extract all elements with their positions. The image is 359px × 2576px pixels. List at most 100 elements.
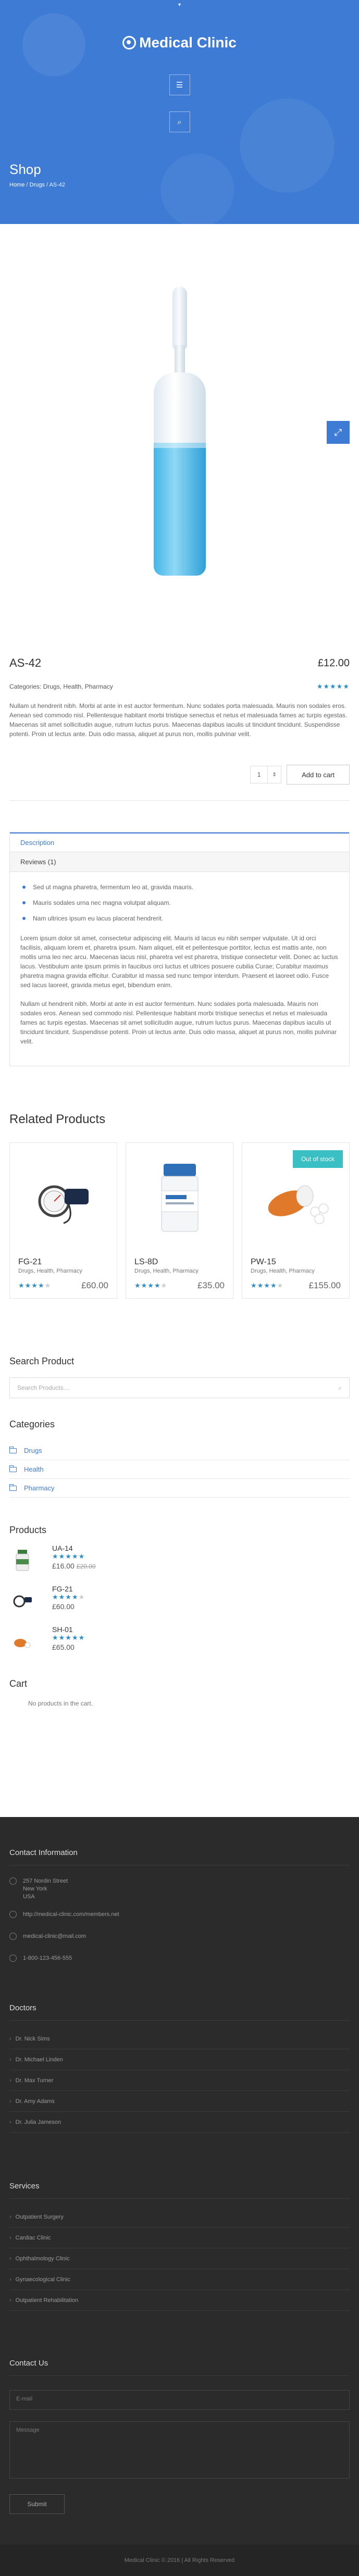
product-categories: Categories: Drugs, Health, Pharmacy (9, 683, 113, 690)
product-thumbnail[interactable]: Out of stock (242, 1143, 349, 1252)
zoom-button[interactable]: ⤢ (327, 421, 350, 444)
hamburger-icon: ☰ (176, 81, 183, 90)
cart-empty-message: No products in the cart. (28, 1700, 93, 1707)
ampoule-image (148, 287, 211, 578)
product-link[interactable]: FG-21 (52, 1585, 85, 1593)
breadcrumb: Home / Drugs / AS-42 (9, 182, 66, 188)
search-icon: ⌕ (177, 117, 182, 127)
zoom-icon: ⤢ (334, 427, 342, 438)
product-price: £12.00 (317, 657, 350, 669)
message-field[interactable]: Message (9, 2421, 350, 2479)
list-item[interactable]: Dr. Amy Adams (9, 2091, 350, 2112)
pill-bottle-icon (161, 1164, 198, 1232)
site-logo[interactable]: Medical Clinic (0, 34, 359, 51)
tab-description[interactable]: Description (10, 832, 349, 852)
product-short-description: Nullam ut hendrerit nibh. Morbi at ante … (9, 702, 348, 738)
product-card-price: £60.00 (81, 1280, 108, 1290)
list-item[interactable]: Ophthalmology Clinic (9, 2248, 350, 2269)
top-caret-icon[interactable]: ▾ (178, 2, 181, 8)
list-item[interactable]: UA-14 ★★★★★ £16.00 £20.00 (9, 1544, 350, 1576)
product-rating: ★★★★★ (52, 1634, 85, 1641)
feature-list: Sed ut magna pharetra, fermentum leo at,… (20, 882, 339, 923)
product-thumbnail[interactable] (9, 1585, 35, 1617)
footer-services-list: Outpatient Surgery Cardiac Clinic Ophtha… (9, 2207, 350, 2311)
footer-doctors-title: Doctors (9, 2003, 36, 2012)
quantity-arrows-icon[interactable]: ⇕ (268, 766, 282, 783)
categories-widget-title: Categories (9, 1419, 55, 1429)
list-item[interactable]: Dr. Julia Jameson (9, 2112, 350, 2133)
list-item[interactable]: FG-21 ★★★★★ £60.00 (9, 1585, 350, 1617)
logo-text: Medical Clinic (139, 34, 237, 51)
product-thumbnail[interactable] (9, 1625, 35, 1658)
page-banner: Shop Home / Drugs / AS-42 (0, 151, 359, 198)
list-item[interactable]: Outpatient Surgery (9, 2207, 350, 2227)
product-image[interactable]: ⤢ (0, 224, 359, 641)
tab-reviews[interactable]: Reviews (1) (10, 852, 349, 872)
list-item[interactable]: Dr. Max Turner (9, 2070, 350, 2091)
footer-phone: 1-800-123-456-555 (9, 1955, 72, 1962)
product-link[interactable]: SH-01 (52, 1625, 85, 1634)
product-card-categories[interactable]: Drugs, Health, Pharmacy (134, 1268, 225, 1274)
product-price: £60.00 (52, 1602, 75, 1611)
category-item-health[interactable]: Health (9, 1460, 350, 1479)
list-item: Sed ut magna pharetra, fermentum leo at,… (20, 882, 339, 892)
folder-icon (9, 1484, 17, 1491)
description-paragraph: Nullam ut hendrerit nibh. Morbi at ante … (20, 1000, 337, 1045)
list-item[interactable]: Dr. Nick Sims (9, 2029, 350, 2049)
product-rating: ★★★★★ (316, 682, 350, 690)
product-rating: ★★★★★ (52, 1593, 85, 1601)
list-item[interactable]: Outpatient Rehabilitation (9, 2290, 350, 2311)
site-header: ▾ Medical Clinic ☰ ⌕ Shop Home / Drugs /… (0, 0, 359, 224)
product-card-name[interactable]: LS-8D (134, 1258, 225, 1267)
product-rating: ★★★★★ (52, 1552, 85, 1560)
category-item-drugs[interactable]: Drugs (9, 1441, 350, 1460)
breadcrumb-drugs[interactable]: Drugs (30, 182, 45, 188)
related-products-title: Related Products (9, 1112, 106, 1126)
footer-doctors-list: Dr. Nick Sims Dr. Michael Linden Dr. Max… (9, 2029, 350, 2133)
product-thumbnail[interactable] (9, 1544, 35, 1576)
out-of-stock-badge: Out of stock (292, 1150, 343, 1168)
footer-services-title: Services (9, 2182, 40, 2191)
breadcrumb-home[interactable]: Home (9, 182, 24, 188)
site-footer: Contact Information 257 Nordin Street Ne… (0, 1817, 359, 2576)
product-search-input[interactable]: Search Products… ⌕ (9, 1377, 350, 1398)
product-card-categories[interactable]: Drugs, Health, Pharmacy (18, 1268, 108, 1274)
product-link[interactable]: UA-14 (52, 1544, 96, 1552)
product-categories-links[interactable]: Drugs, Health, Pharmacy (43, 683, 113, 690)
product-card[interactable]: FG-21 Drugs, Health, Pharmacy ★★★★★ £60.… (9, 1142, 117, 1299)
product-card[interactable]: LS-8D Drugs, Health, Pharmacy ★★★★★ £35.… (126, 1142, 233, 1299)
logo-icon (122, 36, 137, 49)
product-tabs: Description Reviews (1) Sed ut magna pha… (9, 832, 350, 1066)
globe-icon (9, 1911, 17, 1918)
footer-contact-title: Contact Information (9, 1848, 78, 1857)
list-item[interactable]: Dr. Michael Linden (9, 2049, 350, 2070)
product-card-name[interactable]: FG-21 (18, 1258, 108, 1267)
categories-list: Drugs Health Pharmacy (9, 1441, 350, 1498)
footer-email[interactable]: medical-clinic@mail.com (9, 1933, 86, 1940)
product-thumbnail[interactable] (10, 1143, 117, 1252)
divider (9, 800, 350, 801)
list-item[interactable]: Gynaecological Clinic (9, 2269, 350, 2290)
product-card-categories[interactable]: Drugs, Health, Pharmacy (251, 1268, 341, 1274)
email-field[interactable]: E-mail (9, 2390, 350, 2410)
quantity-stepper[interactable]: 1 ⇕ (250, 765, 282, 785)
quantity-input[interactable]: 1 (250, 766, 268, 783)
folder-icon (9, 1465, 17, 1472)
submit-button[interactable]: Submit (9, 2494, 65, 2514)
category-item-pharmacy[interactable]: Pharmacy (9, 1479, 350, 1498)
product-card-name[interactable]: PW-15 (251, 1258, 341, 1267)
menu-button[interactable]: ☰ (169, 74, 190, 95)
add-to-cart-button[interactable]: Add to cart (287, 765, 350, 785)
footer-website[interactable]: http://medical-clinic.com/members.net (9, 1911, 119, 1918)
product-card[interactable]: Out of stock PW-15 Drugs, Health, Pharma… (242, 1142, 350, 1299)
blood-pressure-monitor-icon (38, 1185, 89, 1224)
product-card-rating: ★★★★★ (18, 1281, 52, 1289)
list-item: Mauris sodales urna nec magna volutpat a… (20, 898, 339, 907)
search-toggle-button[interactable]: ⌕ (169, 111, 190, 132)
list-item[interactable]: SH-01 ★★★★★ £65.00 (9, 1625, 350, 1658)
product-card-price: £155.00 (308, 1280, 341, 1290)
list-item[interactable]: Cardiac Clinic (9, 2227, 350, 2248)
tab-panel-description: Sed ut magna pharetra, fermentum leo at,… (10, 872, 349, 1066)
product-thumbnail[interactable] (126, 1143, 233, 1252)
search-icon[interactable]: ⌕ (338, 1384, 342, 1392)
